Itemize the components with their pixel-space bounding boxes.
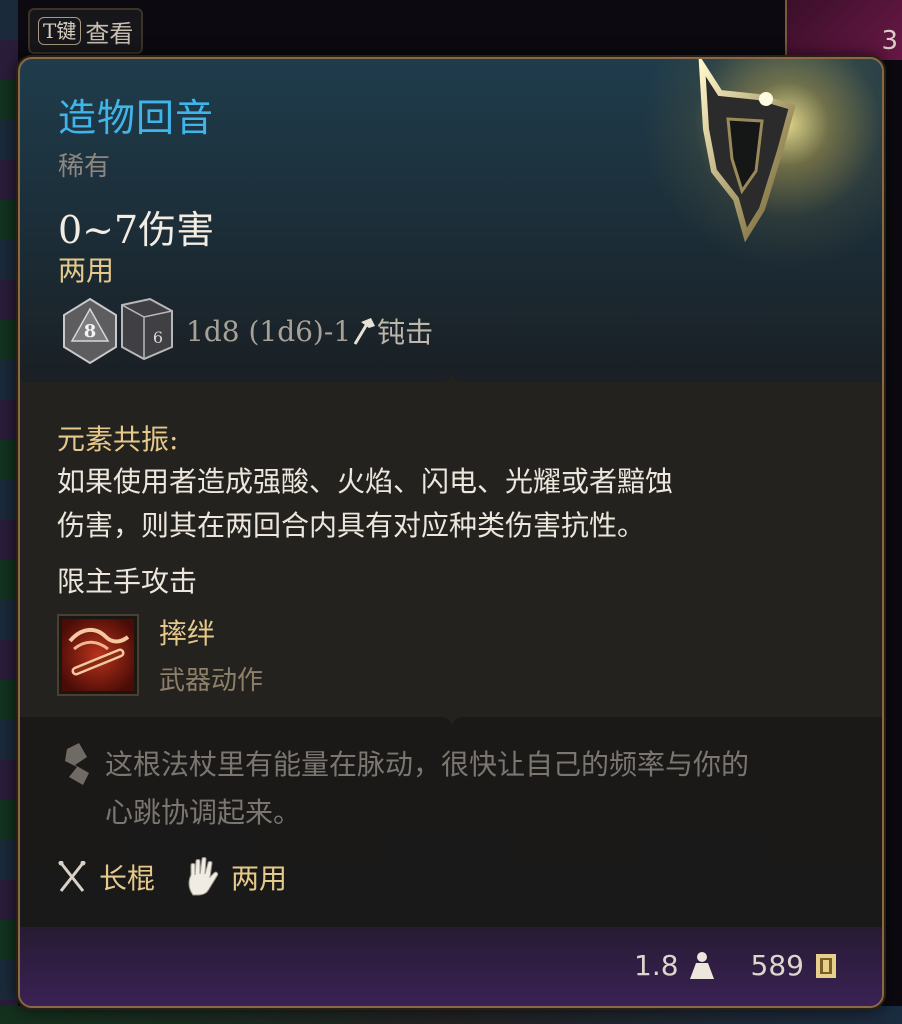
handedness-tag[interactable]: 两用: [185, 857, 287, 897]
divider-notch: [440, 370, 464, 382]
staff-head-icon: [698, 59, 796, 243]
damage-type: 钝击: [377, 316, 434, 349]
dice-formula: 1d8 (1d6)-1: [186, 314, 352, 348]
restriction-text: 限主手攻击: [57, 565, 198, 598]
d8-face: 8: [84, 321, 97, 342]
gold-coin-icon: [816, 953, 836, 978]
dice-icon: 8 6: [63, 297, 173, 365]
inventory-slot[interactable]: 3: [785, 0, 902, 60]
passive-description-line: 伤害，则其在两回合内具有对应种类伤害抗性。: [57, 509, 646, 542]
damage-dice-row: 8 6 1d8 (1d6)-1 钝击: [60, 295, 433, 367]
passive-title: 元素共振:: [57, 423, 179, 456]
bludgeoning-icon: [353, 318, 376, 345]
passive-description-line: 如果使用者造成强酸、火焰、闪电、光耀或者黯蚀: [57, 465, 674, 498]
item-weight: 1.8: [634, 949, 679, 982]
flavor-text-line: 心跳协调起来。: [105, 796, 302, 829]
damage-range: 0~7伤害: [58, 208, 215, 252]
quill-icon: [65, 743, 89, 785]
divider-notch: [440, 717, 464, 729]
stack-count: 3: [881, 26, 898, 56]
weapon-type-tag[interactable]: 长棍: [57, 857, 155, 897]
handedness: 两用: [58, 254, 115, 287]
inventory-background-bottom: [0, 1006, 902, 1024]
crossed-staves-icon: [58, 861, 86, 892]
item-tags: 长棍 两用: [57, 857, 317, 897]
item-rarity: 稀有: [58, 152, 111, 182]
inspect-hint[interactable]: T键 查看: [28, 8, 144, 54]
topple-icon: [62, 618, 134, 691]
hand-icon: [188, 857, 219, 896]
tooltip-footer: 1.8 589: [20, 927, 882, 1006]
effect-section: 元素共振: 如果使用者造成强酸、火焰、闪电、光耀或者黯蚀 伤害，则其在两回合内具…: [20, 370, 882, 717]
keybind-label: 查看: [85, 19, 134, 48]
flavor-section: 这根法杖里有能量在脉动，很快让自己的频率与你的 心跳协调起来。 长棍 两用: [20, 717, 882, 927]
weapon-action[interactable]: 摔绊 武器动作: [57, 612, 842, 697]
keybind-key: T键: [38, 17, 82, 45]
item-tooltip: 造物回音 稀有 0~7伤害 两用 8 6 1d8 (1d6)-1 钝击 元素共振…: [18, 57, 884, 1008]
item-value: 589: [750, 949, 804, 982]
weight-icon: [689, 951, 714, 979]
tooltip-header: 造物回音 稀有: [58, 87, 214, 183]
weapon-type-label: 长棍: [99, 862, 156, 895]
flavor-text: 这根法杖里有能量在脉动，很快让自己的频率与你的 心跳协调起来。: [105, 741, 749, 837]
d6-face: 6: [153, 328, 163, 347]
weapon-action-icon-frame: [57, 613, 139, 696]
passive-description: 如果使用者造成强酸、火焰、闪电、光耀或者黯蚀 伤害，则其在两回合内具有对应种类伤…: [57, 460, 842, 548]
item-name: 造物回音: [58, 96, 215, 140]
weapon-action-name: 摔绊: [159, 617, 216, 650]
inventory-background-strip: [0, 0, 18, 1024]
flavor-text-line: 这根法杖里有能量在脉动，很快让自己的频率与你的: [105, 748, 750, 781]
weapon-action-type: 武器动作: [159, 666, 264, 696]
handedness-label: 两用: [231, 862, 288, 895]
